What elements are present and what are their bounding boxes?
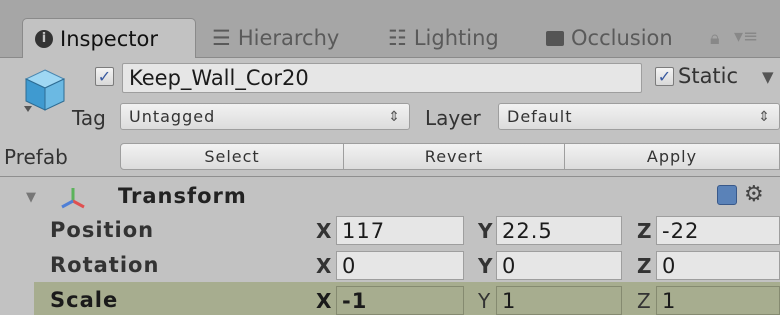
transform-title: Transform: [118, 184, 247, 208]
position-x-axis-label: X: [316, 219, 332, 243]
tab-occlusion-label: Occlusion: [571, 26, 673, 50]
rotation-z-axis-label: Z: [637, 254, 652, 278]
rotation-y-value: 0: [502, 253, 517, 278]
lighting-icon: ☷: [388, 26, 407, 50]
position-y-field[interactable]: 22.5: [496, 216, 622, 245]
position-y-value: 22.5: [502, 218, 553, 243]
layer-label: Layer: [425, 106, 481, 130]
scale-y-value: 1: [502, 288, 517, 313]
rotation-z-value: 0: [662, 253, 677, 278]
object-name-value: Keep_Wall_Cor20: [129, 66, 309, 90]
position-z-axis-label: Z: [637, 219, 652, 243]
scale-x-value: -1: [342, 288, 368, 313]
rotation-y-axis-label: Y: [478, 254, 493, 278]
rotation-y-field[interactable]: 0: [496, 251, 622, 280]
chevron-updown-icon: ⇕: [388, 108, 401, 125]
position-z-value: -22: [662, 218, 700, 243]
static-dropdown-icon[interactable]: ▼: [762, 68, 774, 86]
layer-dropdown[interactable]: Default ⇕: [498, 103, 780, 130]
help-icon[interactable]: [717, 185, 737, 205]
rotation-label: Rotation: [50, 253, 160, 277]
foldout-arrow-icon[interactable]: ▼: [26, 190, 36, 205]
prefab-apply-label: Apply: [646, 147, 698, 166]
gear-icon[interactable]: ⚙: [744, 182, 764, 207]
tab-inspector-label: Inspector: [60, 26, 158, 51]
lock-icon[interactable]: 🔒︎: [710, 28, 724, 49]
tab-hierarchy[interactable]: ☰ Hierarchy: [212, 18, 339, 58]
tag-dropdown[interactable]: Untagged ⇕: [120, 103, 410, 130]
position-z-field[interactable]: -22: [656, 216, 780, 245]
scale-y-field[interactable]: 1: [496, 286, 622, 315]
prefab-label: Prefab: [4, 145, 68, 169]
transform-icon: [61, 188, 85, 209]
gameobject-icon: [24, 69, 66, 112]
tab-lighting-label: Lighting: [413, 26, 499, 50]
position-x-field[interactable]: 117: [336, 216, 464, 245]
tag-label: Tag: [72, 106, 106, 130]
scale-x-field[interactable]: -1: [336, 286, 464, 315]
tab-hierarchy-label: Hierarchy: [237, 26, 340, 50]
position-label: Position: [50, 218, 155, 242]
tab-lighting[interactable]: ☷ Lighting: [388, 18, 499, 58]
tab-occlusion[interactable]: Occlusion: [546, 18, 673, 58]
menu-icon[interactable]: ▾≡: [734, 26, 758, 47]
static-label: Static: [678, 64, 739, 88]
occlusion-icon: [546, 30, 564, 46]
scale-x-axis-label: X: [316, 289, 332, 313]
rotation-x-value: 0: [342, 253, 357, 278]
divider: [0, 176, 780, 177]
static-checkbox[interactable]: ✓: [655, 67, 674, 86]
scale-label: Scale: [50, 288, 119, 312]
prefab-revert-label: Revert: [424, 147, 484, 166]
prefab-select-button[interactable]: Select: [120, 143, 344, 170]
prefab-select-label: Select: [204, 147, 260, 166]
rotation-x-field[interactable]: 0: [336, 251, 464, 280]
active-checkbox[interactable]: ✓: [95, 67, 114, 86]
tag-value: Untagged: [129, 107, 216, 126]
hierarchy-icon: ☰: [212, 26, 231, 50]
rotation-x-axis-label: X: [316, 254, 332, 278]
info-icon: i: [35, 29, 53, 48]
scale-z-field[interactable]: 1: [656, 286, 780, 315]
scale-y-axis-label: Y: [478, 289, 491, 313]
object-name-field[interactable]: Keep_Wall_Cor20: [122, 63, 642, 93]
scale-z-value: 1: [662, 288, 677, 313]
prefab-apply-button[interactable]: Apply: [564, 143, 780, 170]
scale-z-axis-label: Z: [637, 289, 651, 313]
prefab-revert-button[interactable]: Revert: [343, 143, 565, 170]
tab-inspector[interactable]: i Inspector: [22, 18, 196, 58]
chevron-updown-icon: ⇕: [758, 108, 771, 125]
position-x-value: 117: [342, 218, 386, 243]
position-y-axis-label: Y: [478, 219, 493, 243]
layer-value: Default: [507, 107, 573, 126]
rotation-z-field[interactable]: 0: [656, 251, 780, 280]
